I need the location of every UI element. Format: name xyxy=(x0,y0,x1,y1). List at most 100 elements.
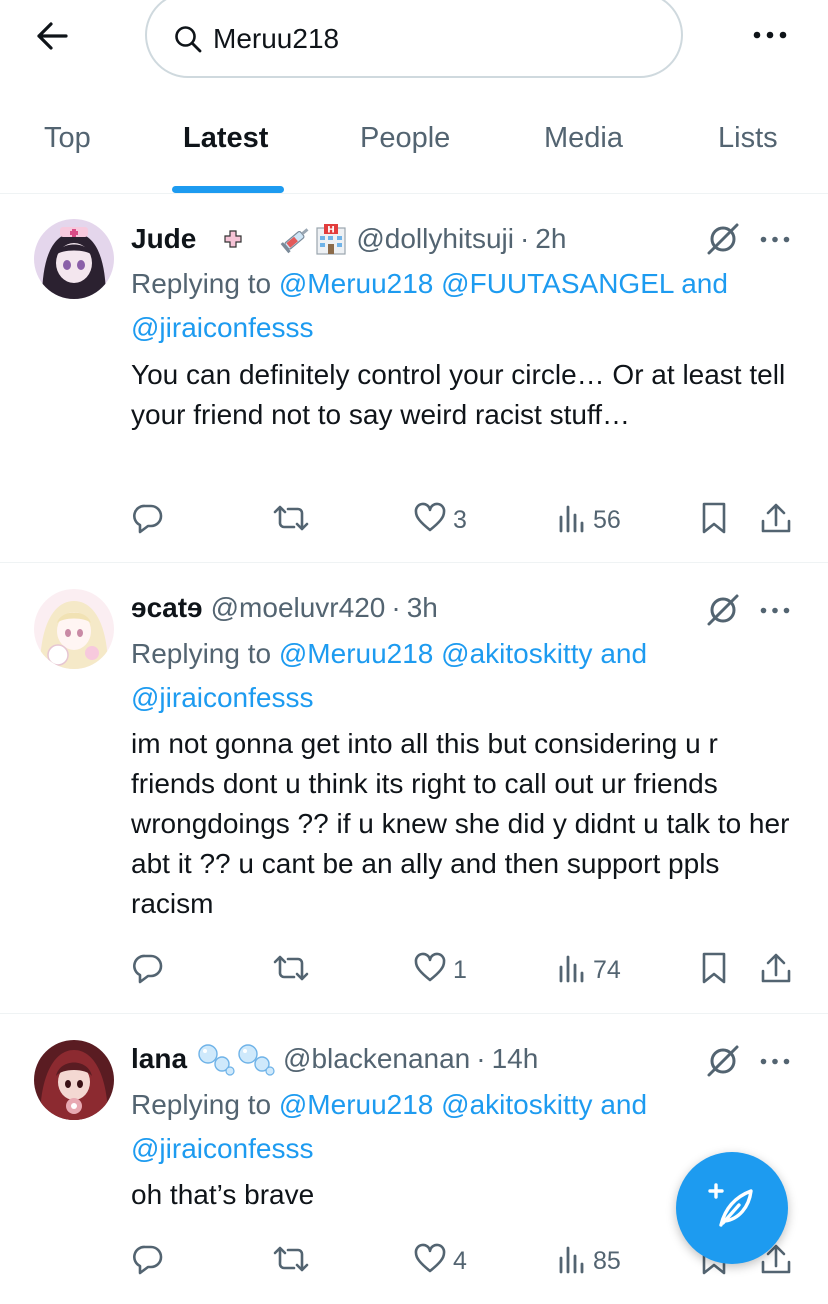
reply-button[interactable] xyxy=(131,1239,171,1283)
like-count: 1 xyxy=(453,955,467,984)
grok-icon[interactable] xyxy=(703,219,743,259)
views-button[interactable]: 74 xyxy=(557,948,621,992)
user-handle[interactable]: @dollyhitsuji xyxy=(356,223,514,255)
heart-icon xyxy=(413,502,447,539)
replying-to-label: Replying to xyxy=(131,268,272,299)
views-count: 56 xyxy=(593,505,621,534)
avatar[interactable] xyxy=(34,1040,114,1120)
like-button[interactable]: 1 xyxy=(413,948,467,992)
tweet[interactable]: Jude H @dollyhitsuji · 2h Replying to @M… xyxy=(0,195,828,563)
bubbles-emoji xyxy=(237,1042,275,1076)
mention-link[interactable]: @akitoskitty xyxy=(441,638,592,669)
display-name[interactable]: ɘcatɘ xyxy=(131,592,203,624)
mention-and[interactable]: and xyxy=(600,1089,647,1120)
grok-icon[interactable] xyxy=(703,590,743,630)
mention-link[interactable]: @FUUTASANGEL xyxy=(441,268,673,299)
like-count: 4 xyxy=(453,1246,467,1275)
search-tabs: Top Latest People Media Lists xyxy=(0,100,828,194)
retweet-icon xyxy=(272,951,310,990)
heart-icon xyxy=(413,952,447,989)
mention-link[interactable]: @jiraiconfesss xyxy=(131,682,313,713)
tab-people[interactable]: People xyxy=(360,122,450,155)
search-input[interactable]: Meruu218 xyxy=(145,0,683,78)
views-count: 85 xyxy=(593,1246,621,1275)
replying-to: Replying to @Meruu218 @akitoskitty and @… xyxy=(131,1083,801,1171)
reply-icon xyxy=(131,1242,165,1281)
tweet-header: lana @blackenanan · 14h xyxy=(131,1041,538,1077)
views-button[interactable]: 56 xyxy=(557,498,621,542)
share-icon xyxy=(760,501,792,540)
replying-to-label: Replying to xyxy=(131,1089,272,1120)
display-name[interactable]: lana xyxy=(131,1043,187,1075)
mention-link[interactable]: @akitoskitty xyxy=(441,1089,592,1120)
reply-icon xyxy=(131,951,165,990)
reply-button[interactable] xyxy=(131,498,171,542)
user-handle[interactable]: @blackenanan xyxy=(283,1043,470,1075)
replying-to: Replying to @Meruu218 @akitoskitty and @… xyxy=(131,632,801,720)
mention-link[interactable]: @Meruu218 xyxy=(279,638,434,669)
bookmark-icon xyxy=(700,501,728,540)
tab-top[interactable]: Top xyxy=(44,122,91,155)
search-icon xyxy=(173,24,203,54)
mention-and[interactable]: and xyxy=(600,638,647,669)
active-tab-indicator xyxy=(172,186,284,193)
hospital-emoji: H xyxy=(314,222,348,256)
tweet-more-icon[interactable] xyxy=(757,224,793,254)
views-count: 74 xyxy=(593,955,621,984)
reply-button[interactable] xyxy=(131,948,171,992)
tweet-actions: 3 56 xyxy=(0,498,828,542)
tweet-header: ɘcatɘ @moeluvr420 · 3h xyxy=(131,590,438,626)
bookmark-icon xyxy=(700,951,728,990)
tweet[interactable]: ɘcatɘ @moeluvr420 · 3h Replying to @Meru… xyxy=(0,564,828,1014)
tweet-more-icon[interactable] xyxy=(757,1046,793,1076)
mention-link[interactable]: @jiraiconfesss xyxy=(131,1133,313,1164)
display-name[interactable]: Jude xyxy=(131,223,196,255)
tab-lists[interactable]: Lists xyxy=(718,122,778,155)
retweet-button[interactable] xyxy=(272,498,316,542)
user-handle[interactable]: @moeluvr420 xyxy=(211,592,386,624)
search-query: Meruu218 xyxy=(213,23,340,54)
pink-plus-icon xyxy=(224,230,242,248)
mention-link[interactable]: @Meruu218 xyxy=(279,1089,434,1120)
mention-link[interactable]: @Meruu218 xyxy=(279,268,434,299)
tweet-header: Jude H @dollyhitsuji · 2h xyxy=(131,221,566,257)
top-bar: Meruu218 xyxy=(0,0,828,80)
separator-dot: · xyxy=(519,223,530,254)
retweet-button[interactable] xyxy=(272,1239,316,1283)
reply-icon xyxy=(131,501,165,540)
share-button[interactable] xyxy=(760,498,792,542)
syringe-emoji xyxy=(280,224,312,254)
retweet-icon xyxy=(272,501,310,540)
separator-dot: · xyxy=(391,592,401,623)
bookmark-button[interactable] xyxy=(700,498,728,542)
timestamp[interactable]: 3h xyxy=(407,592,438,624)
tweet-text: im not gonna get into all this but consi… xyxy=(131,728,790,919)
bookmark-button[interactable] xyxy=(700,948,728,992)
compose-post-button[interactable] xyxy=(676,1152,788,1264)
like-button[interactable]: 3 xyxy=(413,498,467,542)
grok-icon[interactable] xyxy=(703,1041,743,1081)
replying-to-label: Replying to xyxy=(131,638,272,669)
bubbles-emoji xyxy=(197,1042,235,1076)
tweet-actions: 1 74 xyxy=(0,948,828,992)
timestamp[interactable]: 14h xyxy=(492,1043,539,1075)
timestamp[interactable]: 2h xyxy=(535,223,566,255)
views-button[interactable]: 85 xyxy=(557,1239,621,1283)
back-arrow-icon[interactable] xyxy=(30,14,74,58)
mention-link[interactable]: @jiraiconfesss xyxy=(131,312,313,343)
like-button[interactable]: 4 xyxy=(413,1239,467,1283)
share-button[interactable] xyxy=(760,948,792,992)
more-options-icon[interactable] xyxy=(748,20,792,50)
mention-and[interactable]: and xyxy=(681,268,728,299)
views-icon xyxy=(557,1244,587,1279)
retweet-button[interactable] xyxy=(272,948,316,992)
tab-media[interactable]: Media xyxy=(544,122,623,155)
replying-to: Replying to @Meruu218 @FUUTASANGEL and @… xyxy=(131,262,801,350)
tweet-more-icon[interactable] xyxy=(757,595,793,625)
views-icon xyxy=(557,953,587,988)
tab-latest[interactable]: Latest xyxy=(183,122,268,155)
avatar[interactable] xyxy=(34,219,114,299)
avatar[interactable] xyxy=(34,589,114,669)
compose-feather-icon xyxy=(705,1179,759,1238)
retweet-icon xyxy=(272,1242,310,1281)
